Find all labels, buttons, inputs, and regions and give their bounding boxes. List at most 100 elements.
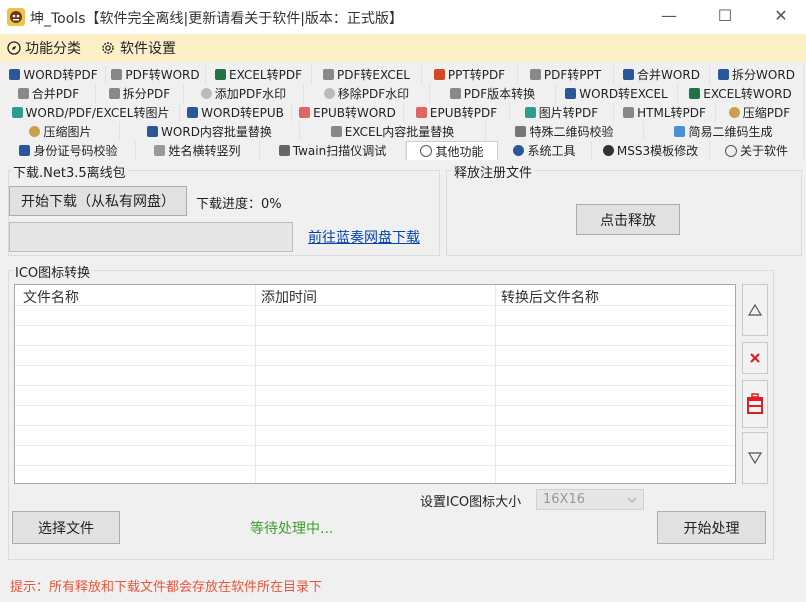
tab-image-to-pdf[interactable]: 图片转PDF — [510, 103, 614, 122]
tab-word-batch-replace[interactable]: WORD内容批量替换 — [120, 122, 300, 141]
excel-icon — [689, 88, 701, 99]
tab-label: EXCEL内容批量替换 — [344, 125, 455, 139]
row-divider — [15, 345, 735, 346]
ico-size-select[interactable]: 16X16 — [536, 489, 644, 510]
menu-category[interactable]: 功能分类 — [7, 38, 81, 58]
gear-icon — [602, 145, 614, 156]
tab-label: MSS3模板修改 — [616, 144, 699, 158]
excel-icon — [215, 69, 227, 80]
close-button[interactable]: ✕ — [758, 0, 804, 34]
tab-excel-to-word[interactable]: EXCEL转WORD — [678, 84, 804, 103]
lanzou-download-link[interactable]: 前往蓝奏网盘下载 — [308, 227, 420, 247]
tab-excel-to-pdf[interactable]: EXCEL转PDF — [206, 65, 312, 84]
window-title: 坤_Tools【软件完全离线|更新请看关于软件|版本：正式版】 — [30, 11, 403, 27]
tab-word-to-excel[interactable]: WORD转EXCEL — [556, 84, 678, 103]
tab-row-4: 压缩图片 WORD内容批量替换 EXCEL内容批量替换 特殊二维码校验 简易二维… — [0, 122, 806, 141]
tab-pdf-to-word[interactable]: PDF转WORD — [106, 65, 206, 84]
tab-label: PPT转PDF — [447, 68, 506, 82]
tab-label: 图片转PDF — [538, 106, 599, 120]
remove-item-button[interactable] — [742, 342, 768, 374]
tab-add-pdf-watermark[interactable]: 添加PDF水印 — [184, 84, 304, 103]
name-icon — [154, 145, 166, 156]
start-process-button[interactable]: 开始处理 — [657, 511, 766, 544]
tab-label: Twain扫描仪调试 — [292, 144, 387, 158]
tab-pdf-version[interactable]: PDF版本转换 — [430, 84, 556, 103]
ico-size-value: 16X16 — [543, 492, 585, 507]
tab-label: 压缩图片 — [43, 125, 92, 139]
tab-id-verify[interactable]: 身份证号码校验 — [2, 141, 136, 160]
column-header-filename: 文件名称 — [23, 290, 79, 306]
tab-split-word[interactable]: 拆分WORD — [710, 65, 804, 84]
tab-row-3: WORD/PDF/EXCEL转图片 WORD转EPUB EPUB转WORD EP… — [0, 103, 806, 122]
tab-merge-pdf[interactable]: 合并PDF — [2, 84, 96, 103]
download-progress-label: 下载进度：0% — [196, 197, 282, 212]
tab-label: 压缩PDF — [742, 106, 791, 120]
release-button[interactable]: 点击释放 — [576, 204, 680, 235]
tab-row-2: 合并PDF 拆分PDF 添加PDF水印 移除PDF水印 PDF版本转换 WORD… — [0, 84, 806, 103]
compress-icon — [728, 107, 740, 118]
tab-ppt-to-pdf[interactable]: PPT转PDF — [422, 65, 518, 84]
info-icon — [724, 144, 737, 157]
tab-split-pdf[interactable]: 拆分PDF — [96, 84, 184, 103]
minimize-button[interactable]: — — [646, 0, 692, 34]
tab-compress-image[interactable]: 压缩图片 — [2, 122, 120, 141]
tab-twain-scanner[interactable]: Twain扫描仪调试 — [260, 141, 406, 160]
column-divider — [495, 285, 496, 483]
tab-label: 合并PDF — [31, 87, 80, 101]
tab-label: EPUB转WORD — [313, 106, 396, 120]
ppt-icon — [433, 69, 445, 80]
row-divider — [15, 405, 735, 406]
watermark-icon — [323, 88, 335, 99]
clear-list-button[interactable] — [742, 380, 768, 428]
row-divider — [15, 385, 735, 386]
pdf-icon — [17, 88, 29, 99]
trash-icon — [747, 393, 763, 414]
tab-label: PDF转EXCEL — [337, 68, 410, 82]
tab-excel-batch-replace[interactable]: EXCEL内容批量替换 — [300, 122, 486, 141]
pdf-icon — [323, 69, 335, 80]
start-download-button[interactable]: 开始下载（从私有网盘） — [9, 186, 187, 216]
word-icon — [718, 69, 730, 80]
tab-pdf-to-excel[interactable]: PDF转EXCEL — [312, 65, 422, 84]
maximize-button[interactable]: ☐ — [702, 0, 748, 34]
chevron-down-icon — [627, 497, 637, 503]
pdf-icon — [108, 88, 120, 99]
row-divider — [15, 465, 735, 466]
tab-pdf-to-ppt[interactable]: PDF转PPT — [518, 65, 614, 84]
tab-label: WORD转PDF — [23, 68, 98, 82]
move-up-button[interactable] — [742, 284, 768, 336]
pdf-icon — [111, 69, 123, 80]
tab-compress-pdf[interactable]: 压缩PDF — [716, 103, 804, 122]
tab-other-functions[interactable]: 其他功能 — [406, 141, 498, 160]
tab-epub-to-pdf[interactable]: EPUB转PDF — [404, 103, 510, 122]
tab-mss3-template[interactable]: MSS3模板修改 — [592, 141, 710, 160]
image-icon — [11, 107, 23, 118]
move-down-button[interactable] — [742, 432, 768, 484]
tab-html-to-pdf[interactable]: HTML转PDF — [614, 103, 716, 122]
epub-icon — [299, 107, 311, 118]
tab-label: 特殊二维码校验 — [529, 125, 614, 139]
tab-label: 拆分WORD — [732, 68, 795, 82]
tab-about[interactable]: 关于软件 — [710, 141, 804, 160]
tab-remove-pdf-watermark[interactable]: 移除PDF水印 — [304, 84, 430, 103]
tab-label: 简易二维码生成 — [688, 125, 773, 139]
tab-to-image[interactable]: WORD/PDF/EXCEL转图片 — [2, 103, 180, 122]
tab-word-to-pdf[interactable]: WORD转PDF — [2, 65, 106, 84]
qrcode-icon — [515, 126, 527, 137]
tab-system-tools[interactable]: 系统工具 — [498, 141, 592, 160]
compass-icon — [7, 41, 21, 55]
tab-qr-generate[interactable]: 简易二维码生成 — [644, 122, 804, 141]
menu-settings[interactable]: 软件设置 — [100, 38, 176, 58]
tab-qr-verify[interactable]: 特殊二维码校验 — [486, 122, 644, 141]
row-divider — [15, 305, 735, 306]
file-table[interactable]: 文件名称 添加时间 转换后文件名称 — [14, 284, 736, 484]
tab-label: 添加PDF水印 — [214, 87, 287, 101]
tab-merge-word[interactable]: 合并WORD — [614, 65, 710, 84]
gear-icon — [102, 42, 114, 54]
tab-name-vertical[interactable]: 姓名横转竖列 — [136, 141, 260, 160]
select-file-button[interactable]: 选择文件 — [12, 511, 120, 544]
tab-label: WORD内容批量替换 — [161, 125, 272, 139]
triangle-up-icon — [748, 304, 762, 316]
tab-word-to-epub[interactable]: WORD转EPUB — [180, 103, 292, 122]
tab-epub-to-word[interactable]: EPUB转WORD — [292, 103, 404, 122]
